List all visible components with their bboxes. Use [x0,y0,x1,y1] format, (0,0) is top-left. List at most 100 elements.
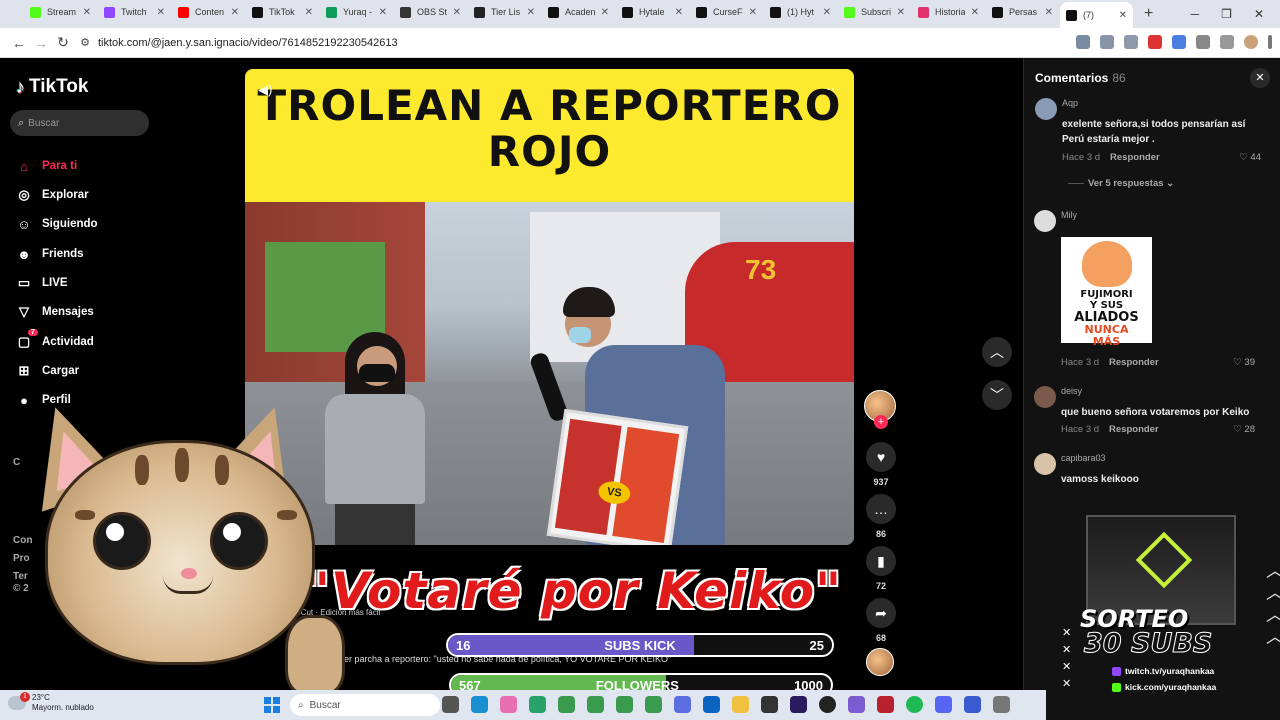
comment-like[interactable]: ♡ 28 [1233,424,1255,435]
reply-button[interactable]: Responder [1109,424,1159,435]
tab-close-icon[interactable]: ✕ [379,7,387,18]
nav-item-cargar[interactable]: ⊞ Cargar [16,363,80,379]
browser-tab[interactable]: Yuraq - ✕ [320,0,393,24]
tab-close-icon[interactable]: ✕ [971,7,979,18]
extensions-puzzle-icon[interactable] [1196,35,1210,49]
like-action[interactable]: ♥ 937 [865,442,897,487]
reload-button[interactable]: ↻ [52,34,74,51]
comment-like[interactable]: ♡ 39 [1233,357,1255,368]
task-view-icon[interactable] [442,696,459,713]
notes-icon[interactable] [761,696,778,713]
more-options-icon[interactable]: ··· [826,80,840,96]
chrome-icon-4[interactable] [645,696,662,713]
browser-tab[interactable]: Subscri ✕ [838,0,911,24]
search-input[interactable]: ⌕ Buscar [10,110,149,136]
tab-close-icon[interactable]: ✕ [675,7,683,18]
tab-close-icon[interactable]: ✕ [1119,10,1127,21]
comment-action[interactable]: … 86 [865,494,897,539]
nav-item-siguiendo[interactable]: ☺ Siguiendo [16,216,97,232]
volume-icon[interactable]: ◀) [258,82,272,98]
browser-tab[interactable]: Acaden ✕ [542,0,615,24]
tab-close-icon[interactable]: ✕ [453,7,461,18]
discord-icon[interactable] [935,696,952,713]
browser-tab[interactable]: TikTok ✕ [246,0,319,24]
menu-icon[interactable] [1268,35,1272,49]
copilot-icon[interactable] [500,696,517,713]
headset-icon[interactable] [964,696,981,713]
outlook-icon[interactable] [703,696,720,713]
folder-icon[interactable] [732,696,749,713]
app-gem-icon[interactable] [848,696,865,713]
maximize-button[interactable]: ❐ [1221,7,1232,21]
chrome-icon[interactable] [558,696,575,713]
tab-close-icon[interactable]: ✕ [897,7,905,18]
edge-icon[interactable] [471,696,488,713]
close-comments-icon[interactable]: ✕ [1250,68,1270,88]
comment-username[interactable]: capibara03 [1061,453,1106,463]
share-action[interactable]: ➦ 68 [865,598,897,643]
comment-like[interactable]: ♡ 44 [1239,152,1261,163]
nav-item-explorar[interactable]: ◎ Explorar [16,187,88,203]
browser-tab[interactable]: Persas ✕ [986,0,1059,24]
cast-icon[interactable] [1100,35,1114,49]
close-window-button[interactable]: ✕ [1254,7,1264,21]
view-replies-button[interactable]: Ver 5 respuestas ⌄ [1068,178,1174,189]
save-action[interactable]: ▮ 72 [865,546,897,591]
browser-tab[interactable]: OBS St ✕ [394,0,467,24]
tab-close-icon[interactable]: ✕ [83,7,91,18]
browser-tab[interactable]: (7) ✕ [1060,2,1133,28]
browser-tab[interactable]: Tier Lis ✕ [468,0,541,24]
browser-tab[interactable]: CurseFo ✕ [690,0,763,24]
site-info-icon[interactable]: ⚙ [74,36,96,49]
comment-avatar[interactable] [1034,210,1056,232]
obs-icon[interactable] [819,696,836,713]
nav-item-friends[interactable]: ☻ Friends [16,246,83,262]
settings-icon[interactable] [993,696,1010,713]
tab-close-icon[interactable]: ✕ [1045,7,1053,18]
url-field[interactable]: tiktok.com/@jaen.y.san.ignacio/video/761… [98,37,398,49]
comment-username[interactable]: Mily [1061,210,1077,220]
spotify-icon[interactable] [906,696,923,713]
tab-close-icon[interactable]: ✕ [157,7,165,18]
browser-tab[interactable]: Conten ✕ [172,0,245,24]
chrome-icon-3[interactable] [616,696,633,713]
browser-tab[interactable]: Twitch ✕ [98,0,171,24]
weather-widget[interactable]: 1 23°C Mayorm. nublado [8,692,94,713]
nav-item-actividad[interactable]: ▢ 7 Actividad [16,329,94,350]
translate-icon[interactable] [1076,35,1090,49]
app-plus-icon[interactable] [529,696,546,713]
previous-video-button[interactable]: ︿ [982,337,1012,367]
tab-close-icon[interactable]: ✕ [527,7,535,18]
browser-tab[interactable]: Historia ✕ [912,0,985,24]
comment-username[interactable]: Aqp [1062,98,1078,108]
bookmark-star-icon[interactable] [1124,35,1138,49]
nav-item-live[interactable]: ▭ LIVE [16,275,68,291]
new-tab-button[interactable]: + [1144,5,1153,23]
tab-close-icon[interactable]: ✕ [231,7,239,18]
next-video-button[interactable]: ﹀ [982,380,1012,410]
tiktok-logo[interactable]: ♪ TikTok [16,76,88,98]
taskbar-search[interactable]: ⌕ Buscar [290,694,440,716]
nav-item-para-ti[interactable]: ⌂ Para ti [16,158,77,174]
comment-avatar[interactable] [1034,386,1056,408]
windows-start-icon[interactable] [264,697,280,713]
extension-blue-icon[interactable] [1172,35,1186,49]
browser-tab[interactable]: (1) Hyt ✕ [764,0,837,24]
reply-button[interactable]: Responder [1110,152,1160,163]
comment-username[interactable]: deisy [1061,386,1082,396]
app-blue-icon[interactable] [674,696,691,713]
nav-item-mensajes[interactable]: ▽ Mensajes [16,304,94,320]
tab-close-icon[interactable]: ✕ [305,7,313,18]
back-button[interactable]: ← [8,35,30,51]
sound-disc-icon[interactable] [866,648,894,676]
browser-tab[interactable]: Stream ✕ [24,0,97,24]
follow-plus-icon[interactable]: + [874,415,888,429]
media-icon[interactable] [1220,35,1234,49]
forward-button[interactable]: → [30,35,52,51]
comment-avatar[interactable] [1035,98,1057,120]
valorant-icon[interactable] [877,696,894,713]
profile-avatar-icon[interactable] [1244,35,1258,49]
extension-red-icon[interactable] [1148,35,1162,49]
tab-close-icon[interactable]: ✕ [749,7,757,18]
chrome-icon-2[interactable] [587,696,604,713]
